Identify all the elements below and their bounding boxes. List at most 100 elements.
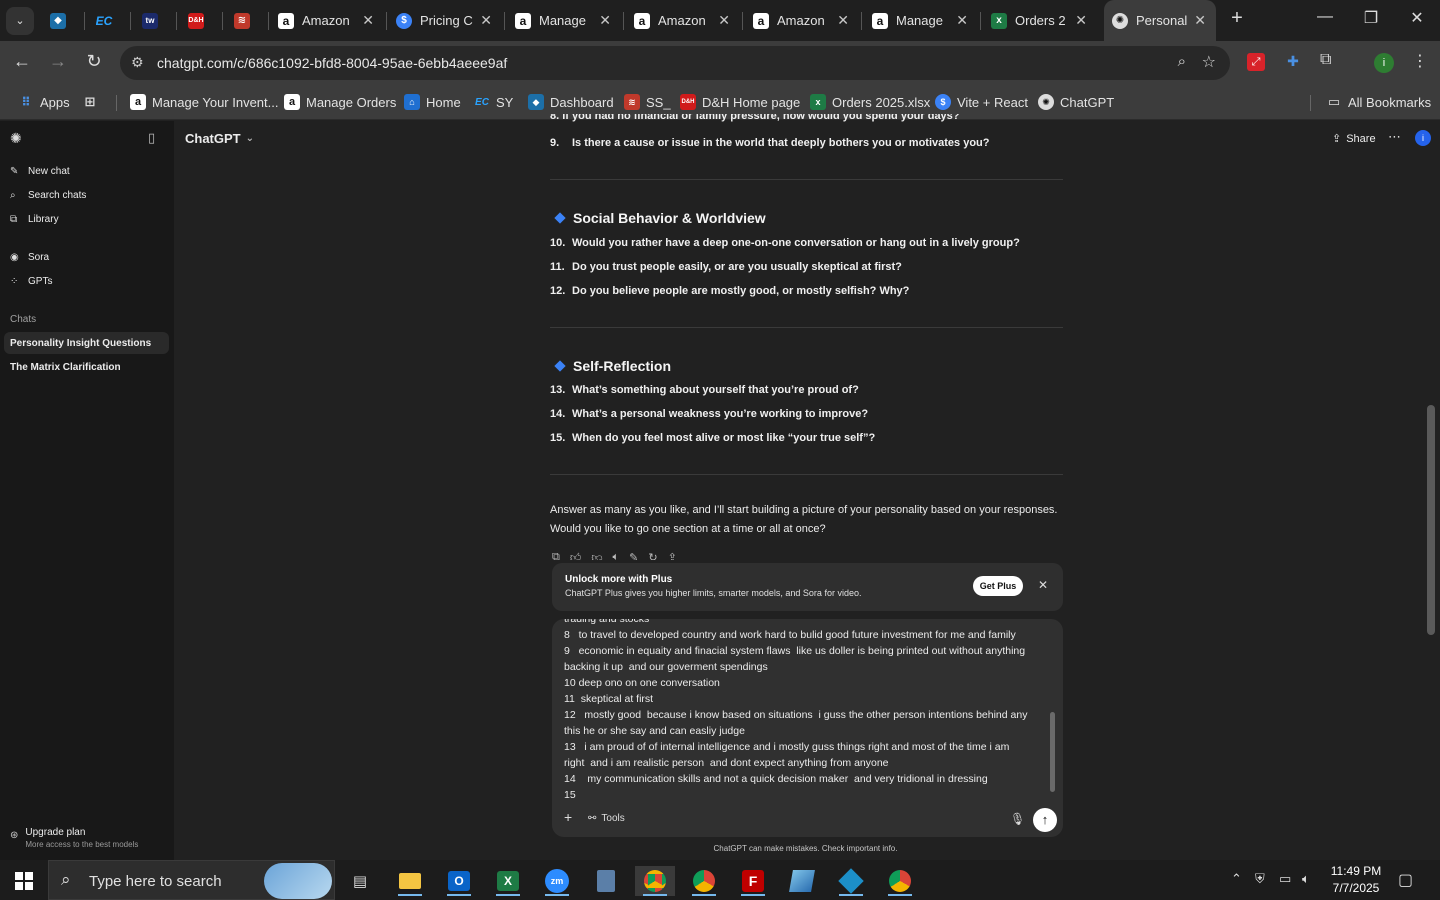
page-scrollbar[interactable] <box>1427 405 1435 635</box>
bookmark-apps[interactable]: ⠿ Apps <box>18 93 69 111</box>
clock[interactable]: 11:49 PM 7/7/2025 <box>1326 864 1386 895</box>
restore-icon[interactable]: ❐ <box>1356 8 1386 28</box>
thumbs-up-icon[interactable]: 👍︎ <box>570 551 582 560</box>
bookmark-manage-inventory[interactable]: a Manage Your Invent... <box>130 93 278 111</box>
chat-item-personality[interactable]: Personality Insight Questions <box>4 332 169 354</box>
url-text[interactable]: chatgpt.com/c/686c1092-bfd8-8004-95ae-6e… <box>157 55 507 71</box>
tools-button[interactable]: ⚯ Tools <box>588 813 625 824</box>
new-chat-button[interactable]: ✎ New chat <box>10 166 70 177</box>
tab-pinned-ec[interactable]: EC <box>96 0 122 41</box>
close-window-icon[interactable]: ✕ <box>1402 8 1432 28</box>
close-icon[interactable]: ✕ <box>480 12 492 29</box>
close-icon[interactable]: ✕ <box>956 12 968 29</box>
more-options-icon[interactable]: ⋯ <box>1388 129 1401 145</box>
bookmark-manage-orders[interactable]: a Manage Orders <box>284 93 396 111</box>
taskbar-file-explorer[interactable] <box>390 866 430 896</box>
send-button[interactable]: ↑ <box>1033 808 1057 832</box>
search-chats-button[interactable]: ⌕ Search chats <box>10 190 86 201</box>
share-icon[interactable]: ⇪ <box>668 551 677 560</box>
bookmark-star-icon[interactable]: ☆ <box>1202 52 1216 72</box>
security-icon[interactable]: ⛨ <box>1255 871 1265 887</box>
close-icon[interactable]: ✕ <box>362 12 374 29</box>
bookmark-chatgpt[interactable]: ✺ ChatGPT <box>1038 93 1114 111</box>
sora-button[interactable]: ◉ Sora <box>10 252 49 263</box>
bookmark-home[interactable]: ⌂ Home <box>404 93 461 111</box>
taskbar-app-diamond[interactable] <box>831 866 871 896</box>
chat-item-matrix[interactable]: The Matrix Clarification <box>4 356 169 378</box>
close-icon[interactable]: ✕ <box>599 12 611 29</box>
edit-icon[interactable]: ✎ <box>629 551 638 560</box>
chevron-up-icon[interactable]: ⌃ <box>1231 871 1242 887</box>
upgrade-plan-button[interactable]: ⊛ Upgrade plan More access to the best m… <box>10 827 138 849</box>
taskbar-chrome-profile[interactable] <box>880 866 920 896</box>
back-icon[interactable]: ← <box>10 51 34 72</box>
taskbar-chrome-2[interactable] <box>684 866 724 896</box>
attach-plus-icon[interactable]: + <box>564 809 572 825</box>
start-button[interactable] <box>4 866 44 896</box>
tab-orders[interactable]: x Orders 2 ✕ <box>991 0 1097 41</box>
thumbs-down-icon[interactable]: 👎︎ <box>591 551 602 560</box>
get-plus-button[interactable]: Get Plus <box>973 576 1023 596</box>
user-avatar[interactable]: i <box>1415 130 1431 146</box>
tab-pinned-dh[interactable]: D&H <box>188 0 214 41</box>
close-icon[interactable]: ✕ <box>1038 578 1048 592</box>
bookmark-dashboard[interactable]: ◆ Dashboard <box>528 93 614 111</box>
new-tab-icon[interactable]: + <box>1222 7 1252 30</box>
tab-pinned-tw[interactable]: tw <box>142 0 168 41</box>
model-selector[interactable]: ChatGPT ⌄ <box>185 131 254 146</box>
close-icon[interactable]: ✕ <box>1075 12 1087 29</box>
taskbar-calculator[interactable] <box>586 866 626 896</box>
tab-manage-2[interactable]: a Manage ✕ <box>872 0 978 41</box>
bookmark-vite[interactable]: $ Vite + React <box>935 93 1028 111</box>
taskbar-filezilla[interactable]: F <box>733 866 773 896</box>
tab-amazon-1[interactable]: a Amazon ✕ <box>278 0 384 41</box>
taskbar-outlook[interactable]: O <box>439 866 479 896</box>
read-aloud-icon[interactable]: 🔈︎ <box>613 551 620 560</box>
puzzle-icon[interactable]: ⧉ <box>1320 51 1331 69</box>
bookmark-ss[interactable]: ≋ SS_ <box>624 93 671 111</box>
task-view-button[interactable]: ▤ <box>340 866 380 896</box>
tab-amazon-3[interactable]: a Amazon ✕ <box>753 0 859 41</box>
close-icon[interactable]: ✕ <box>1194 12 1206 29</box>
extension-icon[interactable]: ✚ <box>1284 53 1302 71</box>
reload-icon[interactable]: ↻ <box>82 51 106 72</box>
acrobat-extension-icon[interactable]: ⤢ <box>1247 53 1265 71</box>
taskbar-search-box[interactable]: ⌕ Type here to search <box>48 860 335 900</box>
composer-scrollbar[interactable] <box>1050 712 1055 792</box>
taskbar-chrome-active[interactable] <box>635 866 675 896</box>
close-icon[interactable]: ✕ <box>718 12 730 29</box>
minimize-icon[interactable]: — <box>1310 8 1340 26</box>
microphone-icon[interactable]: 🎙︎ <box>1010 812 1025 826</box>
kebab-menu-icon[interactable]: ⋮ <box>1412 51 1428 71</box>
taskbar-zoom[interactable]: zm <box>537 866 577 896</box>
openai-logo-icon[interactable]: ✺ <box>10 130 22 147</box>
sidebar-toggle-icon[interactable]: ▯ <box>148 130 155 146</box>
tab-search-dropdown[interactable]: ⌄ <box>6 0 34 41</box>
bookmark-orders-xlsx[interactable]: x Orders 2025.xlsx <box>810 93 930 111</box>
bookmark-sy[interactable]: EC SY <box>474 93 513 111</box>
share-button[interactable]: ⇪ Share <box>1332 132 1376 146</box>
notification-icon[interactable]: ▢ <box>1398 870 1413 890</box>
bookmark-dh-home[interactable]: D&H D&H Home page <box>680 93 800 111</box>
taskbar-app-blue[interactable] <box>782 866 822 896</box>
tab-pricing[interactable]: $ Pricing C ✕ <box>396 0 502 41</box>
composer-textarea[interactable]: trading and stocks 8 to travel to develo… <box>564 619 1042 803</box>
site-info-icon[interactable]: ⚙ <box>131 54 144 71</box>
bookmark-all[interactable]: ▭ All Bookmarks <box>1326 93 1431 111</box>
volume-icon[interactable]: 🔈︎ <box>1302 871 1310 887</box>
tab-manage-1[interactable]: a Manage ✕ <box>515 0 621 41</box>
gpts-button[interactable]: ⁘ GPTs <box>10 276 52 287</box>
zoom-icon[interactable]: ⌕ <box>1178 53 1186 70</box>
profile-avatar-icon[interactable]: i <box>1374 53 1394 73</box>
library-button[interactable]: ⧉ Library <box>10 214 59 225</box>
close-icon[interactable]: ✕ <box>837 12 849 29</box>
tab-personality-active[interactable]: ✺ Personal ✕ <box>1104 0 1216 41</box>
regenerate-icon[interactable]: ↻ <box>648 551 657 560</box>
message-composer[interactable]: trading and stocks 8 to travel to develo… <box>552 619 1063 837</box>
copy-icon[interactable]: ⧉ <box>552 551 560 560</box>
tab-amazon-2[interactable]: a Amazon ✕ <box>634 0 740 41</box>
network-icon[interactable]: ▭ <box>1279 871 1291 887</box>
forward-icon[interactable]: → <box>46 51 70 72</box>
bookmark-tab-groups[interactable]: ⊞ <box>82 93 104 111</box>
address-bar[interactable]: ⚙ chatgpt.com/c/686c1092-bfd8-8004-95ae-… <box>120 46 1230 80</box>
